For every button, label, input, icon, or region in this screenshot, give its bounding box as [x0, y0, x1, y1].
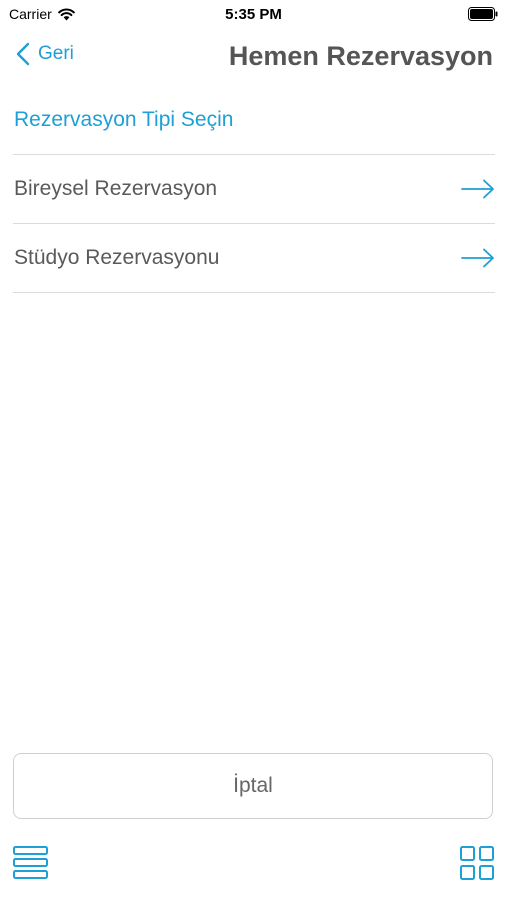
chevron-left-icon	[16, 42, 30, 66]
navigation-bar: Geri Hemen Rezervasyon	[0, 28, 507, 88]
menu-list-icon[interactable]	[13, 846, 48, 879]
status-bar: Carrier 5:35 PM	[0, 0, 507, 28]
arrow-right-icon	[461, 248, 494, 268]
status-time: 5:35 PM	[225, 6, 282, 23]
back-button[interactable]: Geri	[16, 42, 74, 66]
list-item-individual-reservation[interactable]: Bireysel Rezervasyon	[13, 155, 495, 224]
section-title: Rezervasyon Tipi Seçin	[14, 108, 234, 131]
reservation-type-list: Bireysel Rezervasyon Stüdyo Rezervasyonu	[13, 154, 495, 293]
list-item-label: Stüdyo Rezervasyonu	[14, 246, 220, 269]
grid-icon[interactable]	[460, 846, 494, 880]
battery-icon	[468, 7, 498, 21]
arrow-right-icon	[461, 179, 494, 199]
page-title: Hemen Rezervasyon	[228, 41, 493, 71]
list-item-studio-reservation[interactable]: Stüdyo Rezervasyonu	[13, 224, 495, 293]
back-label: Geri	[38, 43, 74, 64]
cancel-button[interactable]: İptal	[13, 753, 493, 819]
list-item-label: Bireysel Rezervasyon	[14, 177, 218, 200]
